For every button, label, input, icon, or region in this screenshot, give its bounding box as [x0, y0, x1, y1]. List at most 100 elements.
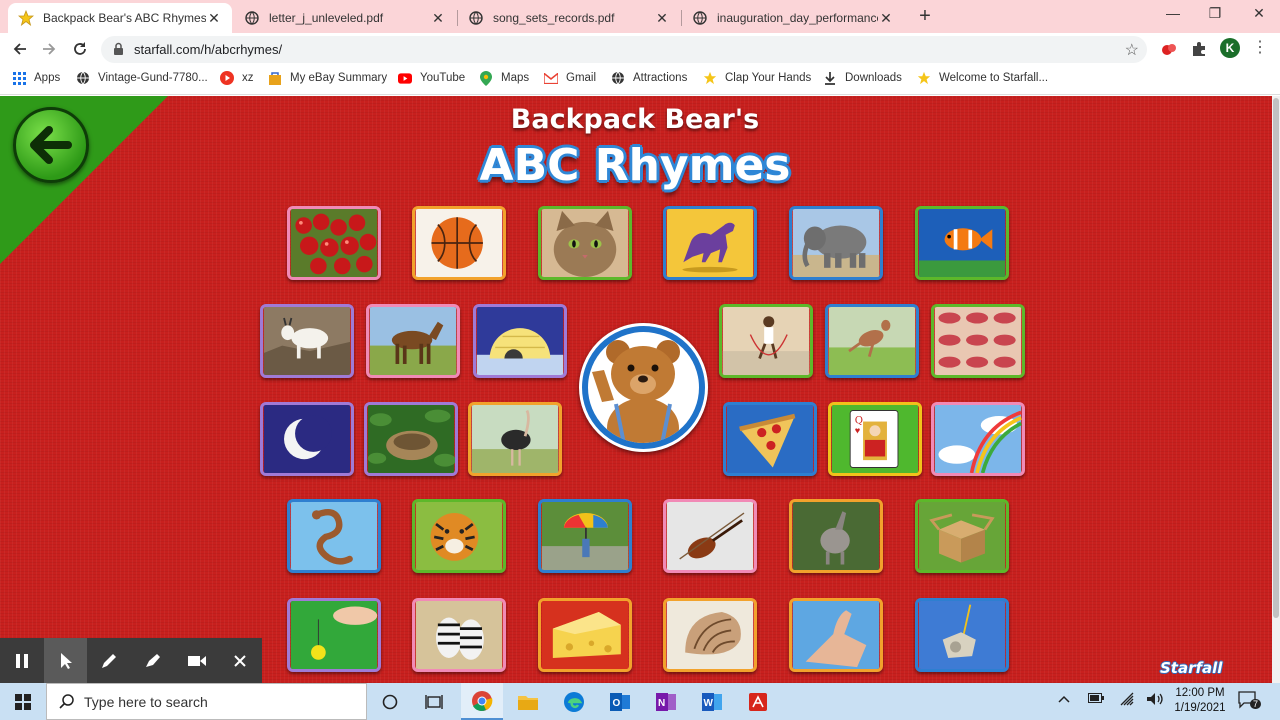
profile-avatar[interactable]: K	[1220, 38, 1240, 58]
back-button[interactable]	[13, 107, 89, 183]
word-button[interactable]: W	[691, 683, 733, 720]
volume-icon[interactable]	[1146, 692, 1164, 709]
globe-icon	[468, 10, 484, 26]
scrollbar-thumb[interactable]	[1273, 98, 1279, 618]
bookmark-apps[interactable]: Apps	[12, 71, 60, 85]
battery-icon[interactable]	[1088, 692, 1104, 706]
chrome-taskbar-button[interactable]	[461, 683, 503, 720]
tile-ostrich[interactable]	[468, 402, 562, 476]
backpack-bear-button[interactable]	[579, 323, 708, 452]
bookmark-maps[interactable]: Maps	[479, 70, 529, 86]
menu-icon[interactable]: ⋮	[1252, 39, 1268, 57]
starfall-logo[interactable]: Starfall	[1160, 659, 1222, 677]
task-view-button[interactable]	[413, 683, 455, 720]
tile-yo-yo[interactable]	[287, 598, 381, 672]
highlighter-button[interactable]	[131, 638, 175, 683]
start-button[interactable]	[0, 683, 46, 720]
onenote-button[interactable]: N	[645, 683, 687, 720]
tile-jump-rope[interactable]	[719, 304, 813, 378]
back-arrow-icon[interactable]	[9, 38, 31, 60]
close-icon	[234, 654, 246, 667]
tile-rainbow[interactable]	[931, 402, 1025, 476]
system-clock[interactable]: 12:00 PM 1/19/2021	[1170, 686, 1230, 716]
cursor-icon	[60, 652, 72, 669]
tile-cheese[interactable]	[538, 598, 632, 672]
close-icon[interactable]: ✕	[206, 10, 222, 27]
youtube-icon	[398, 71, 412, 85]
tile-kangaroo[interactable]	[825, 304, 919, 378]
tile-fish[interactable]	[915, 206, 1009, 280]
window-close-button[interactable]: ✕	[1236, 5, 1280, 25]
edge-button[interactable]	[553, 683, 595, 720]
wifi-icon[interactable]	[1119, 692, 1135, 709]
close-icon[interactable]: ✕	[654, 10, 670, 27]
close-icon[interactable]: ✕	[430, 10, 446, 27]
bookmark-star-icon[interactable]: ☆	[1125, 40, 1139, 60]
tile-cat[interactable]	[538, 206, 632, 280]
tile-zebra[interactable]	[412, 598, 506, 672]
gmail-icon	[544, 71, 558, 85]
chrome-icon	[472, 690, 493, 711]
chevron-up-icon[interactable]	[1058, 692, 1070, 706]
tile-box[interactable]	[915, 499, 1009, 573]
tile-dinosaur[interactable]	[663, 206, 757, 280]
tile-apples[interactable]	[287, 206, 381, 280]
tab-inauguration[interactable]: inauguration_day_performances ✕	[682, 3, 904, 33]
bookmark-gmail[interactable]: Gmail	[544, 71, 596, 85]
new-tab-button[interactable]: +	[914, 6, 936, 28]
tile-thumb[interactable]	[789, 598, 883, 672]
minimize-button[interactable]: —	[1150, 5, 1196, 25]
svg-text:♥: ♥	[855, 425, 860, 435]
taskbar-search-box[interactable]: Type here to search	[46, 683, 367, 720]
cortana-button[interactable]	[369, 683, 411, 720]
file-explorer-button[interactable]	[507, 683, 549, 720]
tile-elephant[interactable]	[789, 206, 883, 280]
close-icon[interactable]: ✕	[878, 10, 894, 27]
extension-icon[interactable]	[1160, 40, 1178, 58]
globe-icon	[244, 10, 260, 26]
bookmark-downloads[interactable]: Downloads	[823, 71, 902, 85]
tile-violin[interactable]	[663, 499, 757, 573]
tile-tiger[interactable]	[412, 499, 506, 573]
bookmark-label: YouTube	[420, 72, 466, 84]
address-bar[interactable]: starfall.com/h/abcrhymes/ ☆	[101, 36, 1147, 63]
tile-whistle[interactable]	[915, 598, 1009, 672]
pen-button[interactable]	[87, 638, 131, 683]
tile-snake[interactable]	[287, 499, 381, 573]
tile-lips[interactable]	[931, 304, 1025, 378]
tile-horse[interactable]	[366, 304, 460, 378]
bookmark-xz[interactable]: xz	[220, 71, 254, 85]
forward-arrow-icon[interactable]	[38, 38, 60, 60]
bookmark-vintage-gund[interactable]: Vintage-Gund-7780...	[76, 71, 208, 85]
tile-queen[interactable]: Q ♥	[828, 402, 922, 476]
bookmark-welcome-starfall[interactable]: Welcome to Starfall...	[917, 71, 1048, 85]
tile-igloo[interactable]	[473, 304, 567, 378]
word-icon: W	[702, 692, 722, 711]
bookmark-clap-your-hands[interactable]: Clap Your Hands	[703, 71, 811, 85]
pause-button[interactable]	[0, 638, 44, 683]
tile-pizza[interactable]	[723, 402, 817, 476]
close-recorder-button[interactable]	[218, 638, 262, 683]
reload-icon[interactable]	[69, 38, 91, 60]
acrobat-button[interactable]	[737, 683, 779, 720]
tile-goat[interactable]	[260, 304, 354, 378]
extensions-puzzle-icon[interactable]	[1190, 40, 1208, 58]
bookmark-attractions[interactable]: Attractions	[611, 71, 687, 85]
tile-umbrella[interactable]	[538, 499, 632, 573]
pointer-button[interactable]	[43, 638, 88, 683]
tile-nest[interactable]	[364, 402, 458, 476]
webcam-button[interactable]	[175, 638, 219, 683]
bookmark-ebay[interactable]: My eBay Summary	[268, 71, 387, 85]
tab-letter-j[interactable]: letter_j_unleveled.pdf ✕	[234, 3, 456, 33]
tile-wolf[interactable]	[789, 499, 883, 573]
tab-abc-rhymes[interactable]: Backpack Bear's ABC Rhymes! ✕	[8, 3, 232, 33]
bookmark-youtube[interactable]: YouTube	[398, 71, 465, 85]
notification-center-button[interactable]: 7	[1238, 691, 1262, 711]
globe-icon	[611, 71, 625, 85]
tab-song-sets[interactable]: song_sets_records.pdf ✕	[458, 3, 680, 33]
tile-moon[interactable]	[260, 402, 354, 476]
maximize-button[interactable]: ❐	[1192, 5, 1238, 25]
outlook-button[interactable]: O	[599, 683, 641, 720]
tile-shell[interactable]	[663, 598, 757, 672]
tile-basketball[interactable]	[412, 206, 506, 280]
